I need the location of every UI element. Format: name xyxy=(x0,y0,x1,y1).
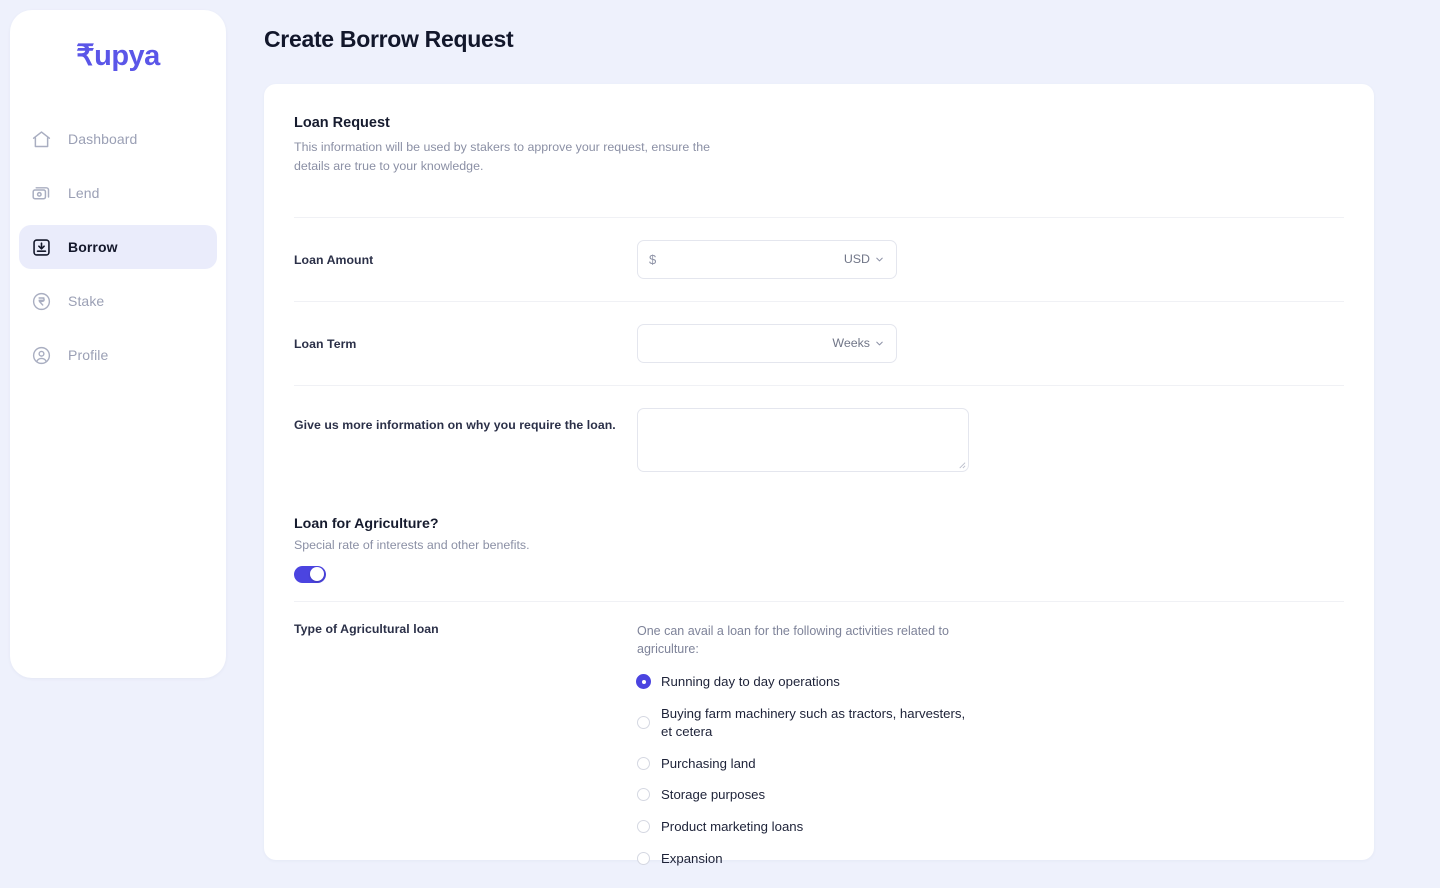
radio-option-label: Storage purposes xyxy=(661,787,766,803)
agriculture-title: Loan for Agriculture? xyxy=(294,515,439,532)
radio-mark-icon xyxy=(637,675,650,689)
agri-type-options: One can avail a loan for the following a… xyxy=(637,622,1344,882)
app-root: ₹upya Dashboard Lend Borrow Stake Profil… xyxy=(0,0,1440,888)
home-icon xyxy=(31,129,52,150)
radio-mark-icon xyxy=(637,820,650,834)
term-unit-select[interactable]: Weeks xyxy=(832,336,885,350)
section-title: Loan Request xyxy=(294,115,390,131)
radio-option-label: Product marketing loans xyxy=(661,819,804,835)
radio-mark-icon xyxy=(637,756,650,770)
sidebar-item-stake[interactable]: Stake xyxy=(19,279,217,323)
more-info-row: Give us more information on why you requ… xyxy=(294,386,1344,494)
agri-type-label: Type of Agricultural loan xyxy=(294,621,439,636)
radio-mark-icon xyxy=(637,788,650,802)
app-logo[interactable]: ₹upya xyxy=(10,38,226,73)
loan-amount-label: Loan Amount xyxy=(294,252,374,267)
loan-amount-input[interactable] xyxy=(660,240,844,278)
agriculture-description: Special rate of interests and other bene… xyxy=(294,537,530,552)
radio-option-storage[interactable]: Storage purposes xyxy=(637,786,967,804)
sidebar-item-profile[interactable]: Profile xyxy=(19,333,217,377)
loan-term-input[interactable] xyxy=(649,324,833,362)
loan-term-field[interactable]: Weeks xyxy=(637,323,897,363)
currency-value: USD xyxy=(843,252,870,267)
loan-amount-field[interactable]: $ USD xyxy=(637,239,897,279)
radio-option-expansion[interactable]: Expansion xyxy=(637,850,967,868)
agriculture-block: Loan for Agriculture? Special rate of in… xyxy=(294,494,1344,601)
currency-select[interactable]: USD xyxy=(844,252,885,266)
radio-option-label: Buying farm machinery such as tractors, … xyxy=(661,706,966,739)
radio-option-farm-machinery[interactable]: Buying farm machinery such as tractors, … xyxy=(637,705,967,741)
radio-option-label: Expansion xyxy=(661,851,723,867)
radio-mark-icon xyxy=(637,716,650,729)
sidebar-item-dashboard[interactable]: Dashboard xyxy=(19,117,217,161)
loan-term-label: Loan Term xyxy=(294,336,357,351)
sidebar-item-label: Stake xyxy=(68,293,105,309)
sidebar-item-label: Borrow xyxy=(68,239,118,255)
page-title: Create Borrow Request xyxy=(264,26,514,52)
user-circle-icon xyxy=(31,345,52,366)
sidebar-item-lend[interactable]: Lend xyxy=(19,171,217,215)
cards-money-icon xyxy=(31,183,52,204)
loan-amount-row: Loan Amount $ USD xyxy=(294,218,1344,301)
more-info-label: Give us more information on why you requ… xyxy=(294,417,616,432)
more-info-textarea[interactable] xyxy=(638,408,968,471)
main-content: Create Borrow Request Loan Request This … xyxy=(226,0,1440,888)
sidebar-item-label: Profile xyxy=(68,347,109,363)
agriculture-toggle[interactable] xyxy=(294,565,326,583)
agri-type-row: Type of Agricultural loan One can avail … xyxy=(294,602,1344,882)
sidebar-item-label: Dashboard xyxy=(68,131,138,147)
sidebar-item-borrow[interactable]: Borrow xyxy=(19,225,217,269)
sidebar: ₹upya Dashboard Lend Borrow Stake Profil… xyxy=(10,10,226,678)
more-info-field[interactable] xyxy=(637,407,969,472)
radio-option-product-marketing[interactable]: Product marketing loans xyxy=(637,818,967,836)
term-unit-value: Weeks xyxy=(832,336,870,351)
download-tray-icon xyxy=(31,237,52,258)
chevron-down-icon xyxy=(876,341,883,346)
rupee-circle-icon xyxy=(31,291,52,312)
chevron-down-icon xyxy=(876,257,883,262)
radio-option-purchasing-land[interactable]: Purchasing land xyxy=(637,755,967,773)
section-description: This information will be used by stakers… xyxy=(294,140,710,173)
currency-symbol: $ xyxy=(649,251,657,267)
sidebar-item-label: Lend xyxy=(68,185,100,201)
section-header: Loan Request This information will be us… xyxy=(294,115,1344,176)
toggle-knob xyxy=(310,567,324,582)
agri-type-intro: One can avail a loan for the following a… xyxy=(637,623,949,657)
radio-option-label: Running day to day operations xyxy=(661,674,840,690)
sidebar-nav: Dashboard Lend Borrow Stake Profile xyxy=(10,117,226,377)
loan-term-row: Loan Term Weeks xyxy=(294,302,1344,385)
radio-mark-icon xyxy=(637,852,650,866)
loan-request-card: Loan Request This information will be us… xyxy=(264,84,1374,866)
radio-option-label: Purchasing land xyxy=(661,755,756,771)
radio-option-day-to-day[interactable]: Running day to day operations xyxy=(637,673,967,691)
